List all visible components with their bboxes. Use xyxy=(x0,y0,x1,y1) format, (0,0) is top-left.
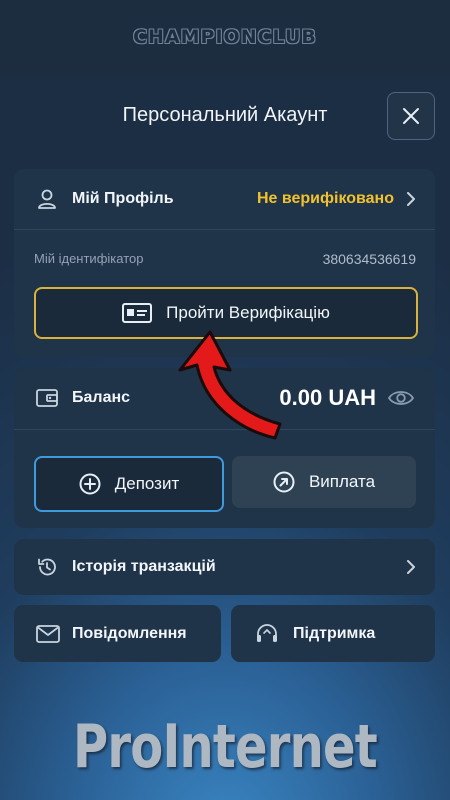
eye-icon[interactable] xyxy=(388,389,414,407)
messages-label: Повідомлення xyxy=(72,624,187,642)
messages-button[interactable]: Повідомлення xyxy=(14,605,221,662)
user-icon xyxy=(38,189,56,209)
balance-label: Баланс xyxy=(72,389,131,406)
top-bar: CHAMPIONCLUB xyxy=(0,0,450,76)
close-button[interactable] xyxy=(387,92,435,140)
id-card-icon xyxy=(122,303,153,323)
history-card[interactable]: Історія транзакцій xyxy=(14,539,435,595)
mail-icon xyxy=(36,624,60,643)
headset-icon xyxy=(257,623,277,642)
chevron-right-icon xyxy=(407,192,415,206)
profile-row[interactable]: Мій Профіль Не верифіковано xyxy=(36,185,416,213)
close-icon xyxy=(403,108,419,124)
chevron-right-icon xyxy=(407,560,415,574)
deposit-button[interactable]: Депозит xyxy=(34,456,224,512)
verification-status: Не верифіковано xyxy=(256,190,394,207)
brand-logo: CHAMPIONCLUB xyxy=(133,26,317,48)
history-icon xyxy=(38,558,56,576)
divider xyxy=(14,229,435,230)
profile-label: Мій Профіль xyxy=(72,190,174,207)
wallet-icon xyxy=(36,389,58,407)
support-label: Підтримка xyxy=(293,624,376,642)
plus-circle-icon xyxy=(79,473,101,495)
arrow-up-right-circle-icon xyxy=(273,471,295,493)
deposit-label: Депозит xyxy=(114,474,180,493)
withdraw-button[interactable]: Виплата xyxy=(232,456,416,508)
red-arrow-annotation xyxy=(178,330,282,440)
support-button[interactable]: Підтримка xyxy=(231,605,435,662)
history-row: Історія транзакцій xyxy=(36,553,416,581)
history-label: Історія транзакцій xyxy=(72,558,216,575)
identifier-value: 380634536619 xyxy=(322,251,416,267)
withdraw-label: Виплата xyxy=(308,472,376,491)
page-title: Персональний Акаунт xyxy=(122,104,328,126)
identifier-label: Мій ідентифікатор xyxy=(34,251,144,266)
watermark: ProInternet xyxy=(73,712,378,782)
